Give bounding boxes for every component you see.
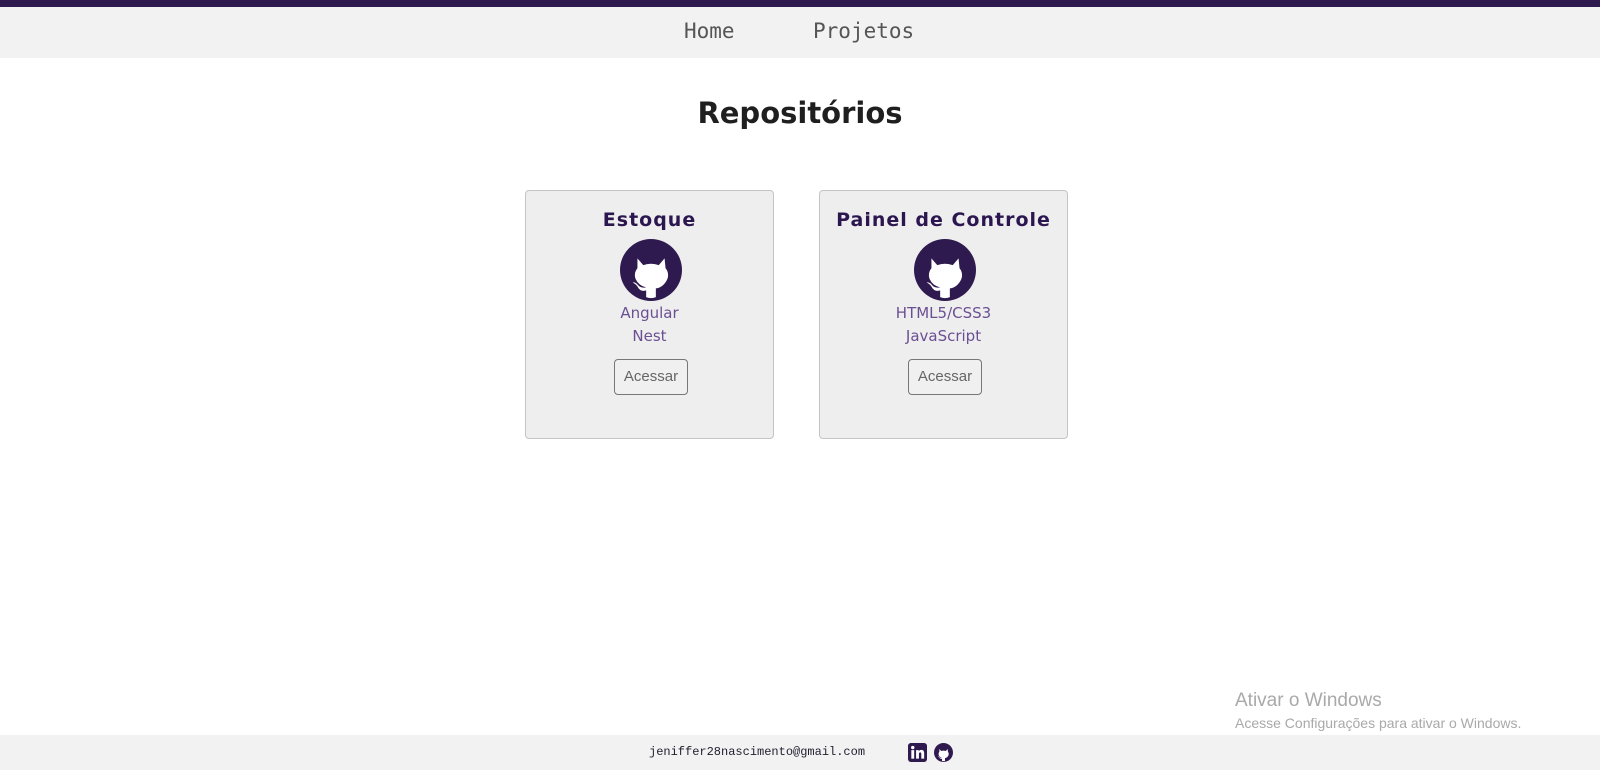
windows-activation-title: Ativar o Windows <box>1235 690 1382 711</box>
repo-card-painel-de-controle: Painel de Controle HTML5/CSS3 JavaScript… <box>819 190 1068 439</box>
repo-card-estoque: Estoque Angular Nest Acessar <box>525 190 774 439</box>
nav-link-projetos[interactable]: Projetos <box>813 19 914 43</box>
windows-activation-subtitle: Acesse Configurações para ativar o Windo… <box>1235 715 1522 731</box>
card-title: Estoque <box>602 209 697 231</box>
footer-email[interactable]: jeniffer28nascimento@gmail.com <box>649 745 865 759</box>
tech-label: Angular <box>620 304 679 322</box>
card-title: Painel de Controle <box>836 209 1051 231</box>
github-icon <box>914 239 976 301</box>
github-icon <box>620 239 682 301</box>
github-icon[interactable] <box>934 743 953 762</box>
tech-label: JavaScript <box>905 327 982 345</box>
footer: jeniffer28nascimento@gmail.com <box>0 735 1600 770</box>
acessar-button[interactable]: Acessar <box>908 359 982 395</box>
linkedin-icon[interactable] <box>908 743 927 762</box>
tech-label: HTML5/CSS3 <box>895 304 992 322</box>
tech-label: Nest <box>632 327 667 345</box>
navbar: Home Projetos <box>0 7 1600 58</box>
acessar-button[interactable]: Acessar <box>614 359 688 395</box>
page-title: Repositórios <box>697 96 903 130</box>
top-accent-bar <box>0 0 1600 7</box>
nav-link-home[interactable]: Home <box>684 19 735 43</box>
